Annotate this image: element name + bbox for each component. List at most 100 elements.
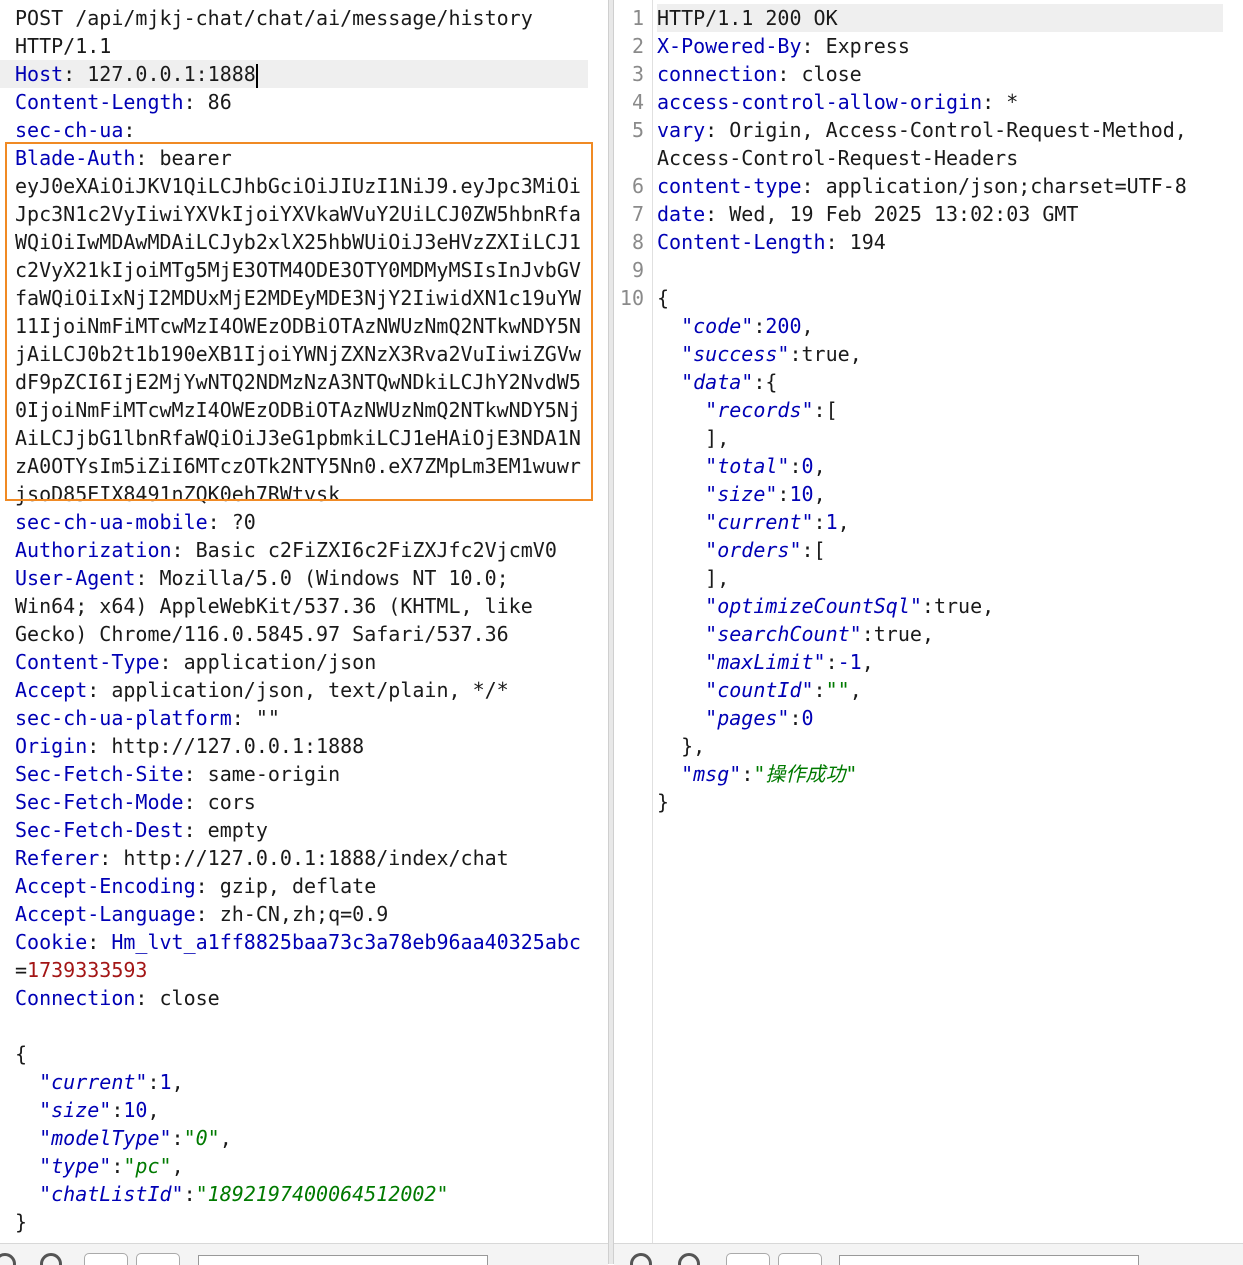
header-name: Origin [15, 734, 88, 758]
json-key: "size" [705, 482, 778, 506]
line-number: 8 [631, 230, 644, 254]
gear-icon[interactable] [678, 1253, 700, 1265]
code-line: X-Powered-By: Express [657, 34, 910, 58]
header-name: Cookie [15, 930, 88, 954]
header-value: 86 [207, 90, 232, 114]
code-line: "code":200, [681, 314, 814, 338]
code-line: sec-ch-ua-mobile: ?0 [15, 510, 256, 534]
code-line: HTTP/1.1 [0, 32, 608, 60]
line-number: 4 [631, 90, 644, 114]
line-text: 0IjoiNmFiMTcwMzI4OWEzODBiOTAzNWUzNmQ2NTk… [15, 398, 581, 422]
line-number [614, 760, 652, 788]
header-name: Sec-Fetch-Mode [15, 790, 184, 814]
cookie-value: 1739333593 [27, 958, 148, 982]
line-text: eyJ0eXAiOiJKV1QiLCJhbGciOiJIUzI1NiJ9.eyJ… [15, 174, 581, 198]
header-name: Host [15, 62, 64, 86]
line-number: 3 [631, 62, 644, 86]
response-text[interactable]: HTTP/1.1 200 OK X-Powered-By: Express conn… [657, 4, 1243, 816]
json-key: "orders" [705, 538, 802, 562]
json-value: [ [813, 538, 826, 562]
json-value: 200 [765, 314, 802, 338]
json-value: 1 [825, 510, 838, 534]
code-line: "size":10, [705, 482, 826, 506]
header-value: 127.0.0.1:1888 [87, 62, 256, 86]
header-name: Accept-Language [15, 902, 196, 926]
header-name: Authorization [15, 538, 172, 562]
line-text: Win64; x64) AppleWebKit/537.36 (KHTML, l… [15, 594, 533, 618]
line-text: } [657, 790, 670, 814]
code-line: { [0, 1040, 608, 1068]
code-line: "maxLimit":-1, [705, 650, 874, 674]
header-value: * [1006, 90, 1019, 114]
prev-button[interactable] [726, 1253, 770, 1265]
code-line: "modelType":"0", [39, 1126, 232, 1150]
response-editor[interactable]: 1 2 3 4 5 6 7 8 9 10 HTTP/1.1 200 OK X-Powered-By:… [614, 0, 1243, 1243]
code-line: jAiLCJ0b2t1b190eXB1IjoiYWNjZXNzX3Rva2VuI… [0, 340, 608, 368]
json-key: "code" [681, 314, 754, 338]
header-name: access-control-allow-origin [657, 90, 983, 114]
json-value: "操作成功" [753, 762, 858, 786]
header-name: date [657, 202, 706, 226]
code-line: vary: Origin, Access-Control-Request-Met… [657, 118, 1187, 142]
json-key: "searchCount" [705, 622, 862, 646]
code-line: =1739333593 [0, 956, 608, 984]
code-line: Content-Type: application/json [15, 650, 377, 674]
header-value: Origin, Access-Control-Request-Method, [729, 118, 1187, 142]
line-number [614, 648, 652, 676]
line-text: POST /api/mjkj-chat/chat/ai/message/hist… [15, 6, 533, 30]
code-line: Gecko) Chrome/116.0.5845.97 Safari/537.3… [0, 620, 608, 648]
line-number [614, 340, 652, 368]
header-name: connection [657, 62, 778, 86]
code-line: sec-ch-ua-platform: "" [15, 706, 280, 730]
next-button[interactable] [778, 1253, 822, 1265]
response-bottom-toolbar [614, 1243, 1243, 1265]
header-value: "" [255, 706, 280, 730]
code-line: "orders":[ [705, 538, 826, 562]
json-value: 10 [789, 482, 814, 506]
line-text: HTTP/1.1 200 OK [657, 6, 838, 30]
header-name: sec-ch-ua-platform [15, 706, 232, 730]
header-value: same-origin [207, 762, 341, 786]
line-number [614, 508, 652, 536]
code-line: Win64; x64) AppleWebKit/537.36 (KHTML, l… [0, 592, 608, 620]
code-line: Sec-Fetch-Site: same-origin [15, 762, 341, 786]
code-line: eyJ0eXAiOiJKV1QiLCJhbGciOiJIUzI1NiJ9.eyJ… [0, 172, 608, 200]
code-line: WQiOiIwMDAwMDAiLCJyb2xlX25hbWUiOiJ3eHVzZ… [0, 228, 608, 256]
json-value: 0 [801, 454, 814, 478]
header-value: Wed, 19 Feb 2025 13:02:03 GMT [729, 202, 1079, 226]
code-line: "records":[ [705, 398, 838, 422]
help-icon[interactable] [630, 1253, 652, 1265]
line-number [614, 480, 652, 508]
help-icon[interactable] [0, 1253, 16, 1265]
request-editor[interactable]: POST /api/mjkj-chat/chat/ai/message/hist… [0, 0, 608, 1243]
gear-icon[interactable] [40, 1253, 62, 1265]
code-line: "optimizeCountSql":true, [705, 594, 995, 618]
request-text[interactable]: POST /api/mjkj-chat/chat/ai/message/hist… [0, 4, 608, 1236]
json-key: "size" [39, 1098, 112, 1122]
line-number [614, 676, 652, 704]
line-number [614, 536, 652, 564]
header-value: Express [825, 34, 910, 58]
header-name: Sec-Fetch-Dest [15, 818, 184, 842]
header-name: vary [657, 118, 706, 142]
json-value: 10 [123, 1098, 148, 1122]
code-line: Content-Length: 194 [657, 230, 886, 254]
line-number [614, 564, 652, 592]
code-line: "size":10, [39, 1098, 160, 1122]
json-key: "data" [681, 370, 754, 394]
prev-button[interactable] [84, 1253, 128, 1265]
cookie-name: Hm_lvt_a1ff8825baa73c3a78eb96aa40325abc [111, 930, 581, 954]
line-text: { [657, 286, 670, 310]
code-line: "data":{ [681, 370, 778, 394]
json-value: -1 [837, 650, 862, 674]
header-name: Content-Length [657, 230, 826, 254]
code-line: } [657, 788, 1243, 816]
line-number [614, 704, 652, 732]
header-value: 194 [849, 230, 886, 254]
next-button[interactable] [136, 1253, 180, 1265]
header-value: Mozilla/5.0 (Windows NT 10.0; [159, 566, 509, 590]
header-value: cors [207, 790, 256, 814]
header-name: Sec-Fetch-Site [15, 762, 184, 786]
json-key: "pages" [705, 706, 790, 730]
line-text: jsoD85EIX8491nZQK0eh7RWtvsk [15, 482, 341, 506]
